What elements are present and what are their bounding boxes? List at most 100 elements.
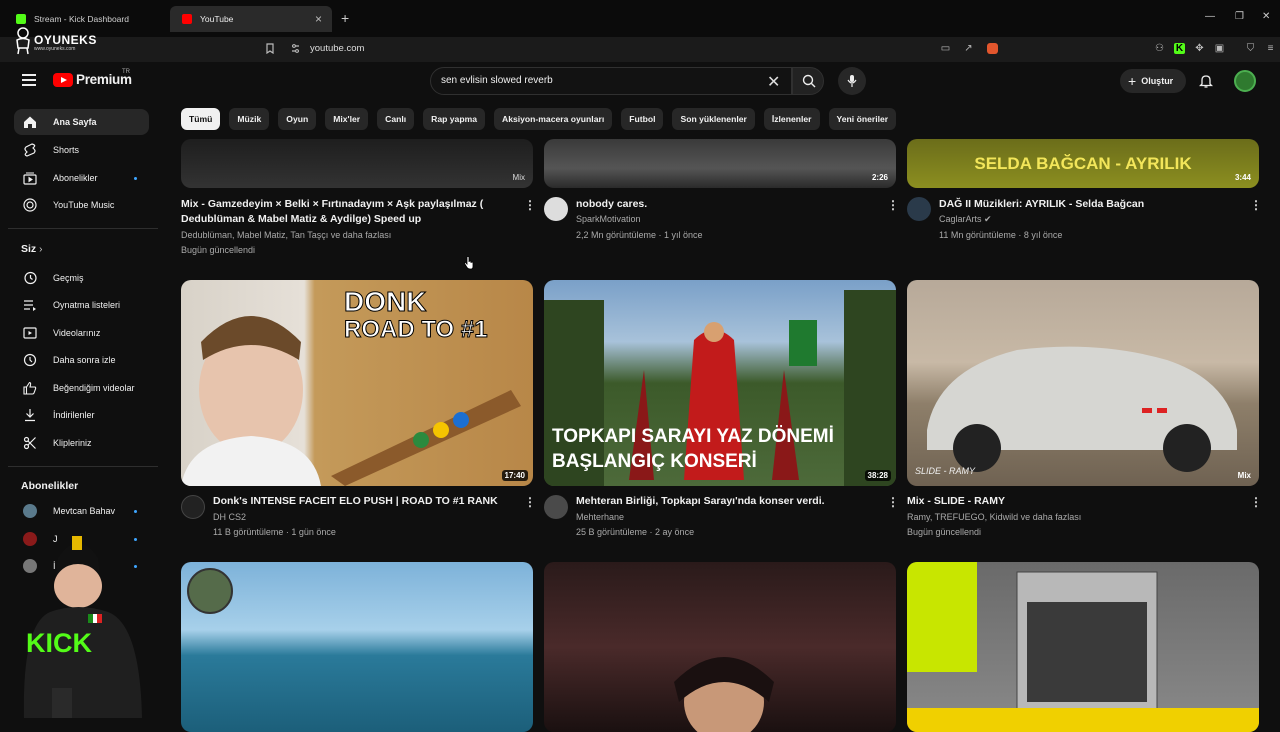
notifications-bell-icon[interactable]	[1199, 74, 1213, 89]
browser-menu-icon[interactable]: ≡	[1265, 43, 1276, 54]
video-thumbnail[interactable]: SLIDE - RAMY Mix	[907, 280, 1259, 486]
video-title[interactable]: Mehteran Birliği, Topkapı Sarayı'nda kon…	[576, 494, 876, 509]
chip-mixes[interactable]: Mix'ler	[325, 108, 369, 130]
mix-badge: Mix	[512, 173, 525, 182]
sidebar-item-watch-later[interactable]: Daha sonra izle	[14, 347, 149, 373]
video-title[interactable]: nobody cares.	[576, 197, 876, 212]
video-channel[interactable]: Dedublüman, Mabel Matiz, Tan Taşçı ve da…	[181, 228, 391, 243]
chip-new-to-you[interactable]: Yeni öneriler	[828, 108, 897, 130]
sidebar-item-label: Geçmiş	[53, 273, 84, 283]
channel-avatar	[23, 504, 37, 518]
sidebar-subscription-item[interactable]: Mevtcan Bahav	[14, 498, 149, 524]
sidebar-item-playlists[interactable]: Oynatma listeleri	[14, 292, 149, 318]
more-actions-icon[interactable]: ⋮	[887, 495, 899, 509]
video-channel[interactable]: DH CS2	[213, 510, 246, 525]
video-thumbnail[interactable]	[181, 562, 533, 732]
clear-search-icon[interactable]: ✕	[767, 72, 780, 92]
sidebar-item-your-videos[interactable]: Videolarınız	[14, 320, 149, 346]
sidebar-item-clips[interactable]: Klipleriniz	[14, 430, 149, 456]
new-content-dot	[134, 510, 137, 513]
vpn-icon[interactable]: ⛉	[1245, 43, 1256, 54]
sidebar-item-history[interactable]: Geçmiş	[14, 265, 149, 291]
video-title[interactable]: Mix - Gamzedeyim × Belki × Fırtınadayım …	[181, 197, 511, 227]
cast-icon[interactable]: ▭	[940, 43, 951, 54]
video-thumbnail[interactable]: 2:26	[544, 139, 896, 188]
youtube-header: Premium TR sen evlisin slowed reverb ✕ +…	[0, 62, 1280, 102]
downloads-icon	[23, 408, 37, 422]
oyuneks-url: www.oyuneks.com	[34, 46, 76, 52]
sidebar-item-label: Klipleriniz	[53, 438, 92, 448]
sidebar-item-liked-videos[interactable]: Beğendiğim videolar	[14, 375, 149, 401]
video-duration: 2:26	[871, 173, 888, 182]
tab-title: Stream - Kick Dashboard	[34, 14, 129, 24]
sidebar-item-youtube-music[interactable]: YouTube Music	[14, 192, 149, 218]
voice-search-button[interactable]	[838, 67, 866, 95]
site-info-icon[interactable]	[290, 43, 301, 54]
sidebar-item-downloads[interactable]: İndirilenler	[14, 402, 149, 428]
video-title[interactable]: Donk's INTENSE FACEIT ELO PUSH | ROAD TO…	[213, 494, 513, 509]
close-window-icon[interactable]: ✕	[1262, 11, 1270, 22]
sidebar-item-label: Videolarınız	[53, 328, 101, 338]
user-avatar[interactable]	[1234, 70, 1256, 92]
video-thumbnail[interactable]: SELDA BAĞCAN - AYRILIK 3:44	[907, 139, 1259, 188]
watch-later-icon	[23, 353, 37, 367]
oyuneks-mascot-icon	[16, 27, 30, 55]
sidebar-item-subscriptions[interactable]: Abonelikler	[14, 165, 149, 191]
search-button[interactable]	[792, 67, 824, 95]
youtube-play-icon	[53, 72, 73, 87]
chip-live[interactable]: Canlı	[377, 108, 415, 130]
chip-action-adventure[interactable]: Aksiyon-macera oyunları	[494, 108, 613, 130]
hamburger-menu-icon[interactable]	[22, 74, 36, 86]
more-actions-icon[interactable]: ⋮	[524, 495, 536, 509]
brave-shield-icon[interactable]	[987, 43, 998, 54]
bookmark-icon[interactable]	[264, 43, 275, 55]
sidebar-you-header[interactable]: Siz ›	[21, 243, 42, 255]
chip-gaming[interactable]: Oyun	[278, 108, 317, 130]
sidebar-toggle-icon[interactable]: ▣	[1214, 43, 1225, 54]
extension-icon[interactable]: ⚇	[1154, 43, 1165, 54]
new-content-dot	[134, 177, 137, 180]
channel-avatar[interactable]	[181, 495, 205, 519]
minimize-icon[interactable]: —	[1205, 11, 1215, 22]
video-channel[interactable]: SparkMotivation	[576, 212, 641, 227]
sidebar-item-home[interactable]: Ana Sayfa	[14, 109, 149, 135]
url-text[interactable]: youtube.com	[310, 43, 364, 54]
video-channel[interactable]: Ramy, TREFUEGO, Kidwild ve daha fazlası	[907, 510, 1081, 525]
video-thumbnail[interactable]: DONK ROAD TO #1 17:40	[181, 280, 533, 486]
video-title[interactable]: Mix - SLIDE - RAMY	[907, 494, 1237, 509]
chip-recently-uploaded[interactable]: Son yüklenenler	[672, 108, 755, 130]
video-thumbnail[interactable]	[907, 562, 1259, 732]
share-icon[interactable]: ↗	[963, 43, 974, 54]
close-tab-icon[interactable]: ×	[315, 12, 322, 26]
video-channel[interactable]: Mehterhane	[576, 510, 624, 525]
browser-tab-youtube[interactable]: YouTube ×	[170, 6, 332, 32]
channel-avatar[interactable]	[907, 197, 931, 221]
sidebar-item-label: Oynatma listeleri	[53, 300, 121, 310]
extensions-puzzle-icon[interactable]: ✥	[1194, 43, 1205, 54]
kick-extension-icon[interactable]: K	[1174, 43, 1185, 54]
sidebar-item-shorts[interactable]: Shorts	[14, 137, 149, 163]
chip-music[interactable]: Müzik	[229, 108, 270, 130]
create-button[interactable]: + Oluştur	[1120, 69, 1186, 93]
youtube-premium-logo[interactable]: Premium TR	[53, 69, 132, 87]
video-thumbnail[interactable]	[544, 562, 896, 732]
video-channel[interactable]: CaglarArts ✔	[939, 212, 992, 227]
channel-avatar[interactable]	[544, 197, 568, 221]
more-actions-icon[interactable]: ⋮	[1250, 495, 1262, 509]
maximize-icon[interactable]: ❐	[1235, 11, 1244, 22]
more-actions-icon[interactable]: ⋮	[887, 198, 899, 212]
video-thumbnail[interactable]: Mix	[181, 139, 533, 188]
more-actions-icon[interactable]: ⋮	[524, 198, 536, 212]
channel-avatar[interactable]	[544, 495, 568, 519]
chip-all[interactable]: Tümü	[181, 108, 221, 130]
new-tab-button[interactable]: +	[341, 10, 349, 26]
more-actions-icon[interactable]: ⋮	[1250, 198, 1262, 212]
video-thumbnail[interactable]: TOPKAPI SARAYI YAZ DÖNEMİ BAŞLANGIÇ KONS…	[544, 280, 896, 486]
search-input[interactable]: sen evlisin slowed reverb ✕	[430, 67, 792, 95]
thumbnail-text: ROAD TO #1	[344, 316, 489, 344]
chip-football[interactable]: Futbol	[621, 108, 664, 130]
video-title[interactable]: DAĞ II Müzikleri: AYRILIK - Selda Bağcan	[939, 197, 1239, 212]
chip-watched[interactable]: İzlenenler	[763, 108, 820, 130]
history-icon	[23, 271, 37, 285]
chip-rap[interactable]: Rap yapma	[423, 108, 485, 130]
